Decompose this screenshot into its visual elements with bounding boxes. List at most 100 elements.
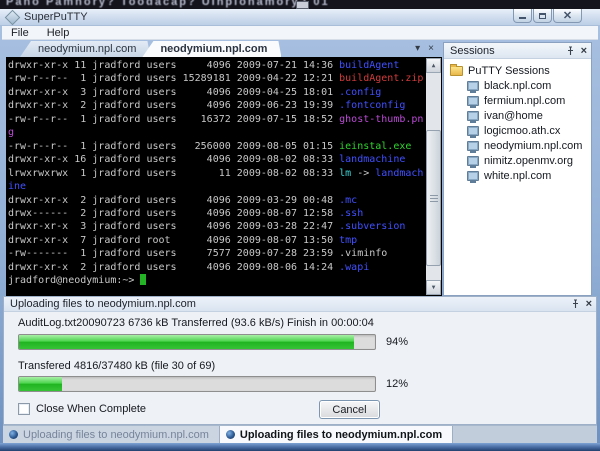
- window-title: SuperPuTTY: [24, 11, 88, 23]
- close-when-complete-label: Close When Complete: [36, 403, 146, 415]
- close-when-complete-checkbox[interactable]: [18, 403, 30, 415]
- current-file-progressbar: [18, 334, 376, 350]
- bottom-tab-1[interactable]: Uploading files to neodymium.npl.com: [220, 426, 453, 443]
- background-window-strip: Pano Pamnory? Toodacap? UInplonamory? 01: [0, 0, 600, 9]
- sessions-tree: PuTTY Sessions black.npl.com fermium.npl.…: [444, 59, 591, 183]
- bottom-tab-label: Uploading files to neodymium.npl.com: [23, 429, 209, 441]
- monitor-icon: [467, 111, 479, 121]
- terminal-scrollbar[interactable]: ▲ ▼: [426, 58, 441, 295]
- session-item[interactable]: neodymium.npl.com: [450, 138, 589, 153]
- sessions-list: black.npl.com fermium.npl.com ivan@home log…: [450, 78, 589, 183]
- scrollbar-grip-icon: [430, 195, 438, 196]
- terminal-line: drwxr-xr-x 3 jradford users 4096 2009-04…: [8, 86, 425, 99]
- window-bottom-border: [0, 443, 600, 451]
- title-bar: SuperPuTTY ✕: [0, 9, 600, 26]
- monitor-icon: [467, 156, 479, 166]
- upload-status-icon: [226, 430, 235, 439]
- monitor-icon: [467, 141, 479, 151]
- session-item[interactable]: black.npl.com: [450, 78, 589, 93]
- maximize-icon: [539, 13, 546, 19]
- upload-panel: Uploading files to neodymium.npl.com × A…: [3, 296, 597, 425]
- monitor-icon: [467, 96, 479, 106]
- menu-file[interactable]: File: [2, 27, 38, 39]
- terminal-output: drwxr-xr-x 11 jradford users 4096 2009-0…: [8, 59, 425, 296]
- upload-panel-title: Uploading files to neodymium.npl.com: [10, 298, 196, 310]
- app-icon: [5, 9, 21, 25]
- session-item-label: white.npl.com: [484, 170, 551, 182]
- terminal-line: lrwxrwxrwx 1 jradford users 11 2009-08-0…: [8, 167, 425, 180]
- terminal-line: drwxr-xr-x 16 jradford users 4096 2009-0…: [8, 153, 425, 166]
- terminal-cursor: [140, 274, 146, 285]
- sessions-root-folder[interactable]: PuTTY Sessions: [450, 63, 589, 78]
- current-file-progress-fill: [19, 335, 354, 349]
- bottom-tab-label: Uploading files to neodymium.npl.com: [240, 429, 442, 441]
- terminal[interactable]: drwxr-xr-x 11 jradford users 4096 2009-0…: [6, 57, 442, 296]
- terminal-line: -rw-r--r-- 1 jradford users 16372 2009-0…: [8, 113, 425, 126]
- close-panel-icon[interactable]: ×: [586, 299, 592, 309]
- superputty-window: Pano Pamnory? Toodacap? UInplonamory? 01…: [0, 0, 600, 451]
- cancel-button[interactable]: Cancel: [319, 400, 380, 419]
- session-item[interactable]: white.npl.com: [450, 168, 589, 183]
- session-tab-0[interactable]: neodymium.npl.com: [20, 41, 150, 57]
- terminal-line: drwxr-xr-x 2 jradford users 4096 2009-03…: [8, 194, 425, 207]
- tab-dropdown-icon[interactable]: ▾: [415, 43, 420, 54]
- background-window-button: [296, 1, 309, 9]
- terminal-line: drwxr-xr-x 3 jradford users 4096 2009-03…: [8, 220, 425, 233]
- close-window-button[interactable]: ✕: [553, 9, 582, 23]
- session-item[interactable]: fermium.npl.com: [450, 93, 589, 108]
- folder-icon: [450, 66, 463, 76]
- close-panel-icon[interactable]: ×: [581, 46, 587, 56]
- upload-status-icon: [9, 430, 18, 439]
- terminal-line: -rw-r--r-- 1 jradford users 15289181 200…: [8, 72, 425, 85]
- session-tab-1[interactable]: neodymium.npl.com: [142, 41, 281, 57]
- terminal-line: ine: [8, 180, 425, 193]
- overall-progressbar: [18, 376, 376, 392]
- upload-panel-header: Uploading files to neodymium.npl.com ×: [4, 297, 596, 312]
- terminal-line: drwxr-xr-x 11 jradford users 4096 2009-0…: [8, 59, 425, 72]
- overall-progress-fill: [19, 377, 62, 391]
- bottom-tab-strip: Uploading files to neodymium.npl.com Uplo…: [3, 425, 597, 443]
- session-item[interactable]: logicmoo.ath.cx: [450, 123, 589, 138]
- minimize-icon: [519, 17, 526, 19]
- session-item-label: ivan@home: [484, 110, 543, 122]
- tab-close-icon[interactable]: ×: [428, 43, 434, 54]
- session-tab-strip: neodymium.npl.comneodymium.npl.com ▾ ×: [2, 40, 442, 57]
- session-item-label: black.npl.com: [484, 80, 551, 92]
- sessions-root-label: PuTTY Sessions: [468, 65, 550, 77]
- menu-help[interactable]: Help: [38, 27, 79, 39]
- menu-bar: File Help: [2, 26, 598, 40]
- current-file-status: AuditLog.txt20090723 6736 kB Transferred…: [18, 317, 374, 329]
- monitor-icon: [467, 81, 479, 91]
- session-item[interactable]: ivan@home: [450, 108, 589, 123]
- terminal-line: -rw-r--r-- 1 jradford users 256000 2009-…: [8, 140, 425, 153]
- minimize-button[interactable]: [513, 9, 532, 23]
- terminal-line: -rw------- 1 jradford users 7577 2009-07…: [8, 247, 425, 260]
- terminal-line: drwxr-xr-x 2 jradford users 4096 2009-08…: [8, 261, 425, 274]
- overall-status: Transfered 4816/37480 kB (file 30 of 69): [18, 360, 215, 372]
- session-item-label: logicmoo.ath.cx: [484, 125, 560, 137]
- terminal-line: drwxr-xr-x 7 jradford root 4096 2009-08-…: [8, 234, 425, 247]
- sessions-panel-title: Sessions: [450, 45, 495, 57]
- background-window-fragment: Pano Pamnory? Toodacap? UInplonamory? 01: [6, 0, 330, 8]
- current-file-percent: 94%: [386, 336, 408, 348]
- sessions-panel-header: Sessions ×: [444, 43, 591, 59]
- close-icon: ✕: [563, 11, 572, 21]
- terminal-line: drwx------ 2 jradford users 4096 2009-08…: [8, 207, 425, 220]
- terminal-line: drwxr-xr-x 2 jradford users 4096 2009-06…: [8, 99, 425, 112]
- monitor-icon: [467, 126, 479, 136]
- terminal-line: jradford@neodymium:~>: [8, 274, 425, 287]
- session-item[interactable]: nimitz.openmv.org: [450, 153, 589, 168]
- terminal-line: g: [8, 126, 425, 139]
- sessions-panel: Sessions × PuTTY Sessions black.npl.com f…: [443, 42, 592, 296]
- scrollbar-thumb[interactable]: [426, 130, 441, 266]
- maximize-button[interactable]: [533, 9, 552, 23]
- monitor-icon: [467, 171, 479, 181]
- session-item-label: nimitz.openmv.org: [484, 155, 573, 167]
- session-item-label: neodymium.npl.com: [484, 140, 582, 152]
- pin-icon[interactable]: [570, 299, 580, 309]
- pin-icon[interactable]: [565, 46, 575, 56]
- bottom-tab-0[interactable]: Uploading files to neodymium.npl.com: [3, 426, 220, 443]
- scroll-up-icon[interactable]: ▲: [426, 58, 441, 73]
- scroll-down-icon[interactable]: ▼: [426, 280, 441, 295]
- session-item-label: fermium.npl.com: [484, 95, 565, 107]
